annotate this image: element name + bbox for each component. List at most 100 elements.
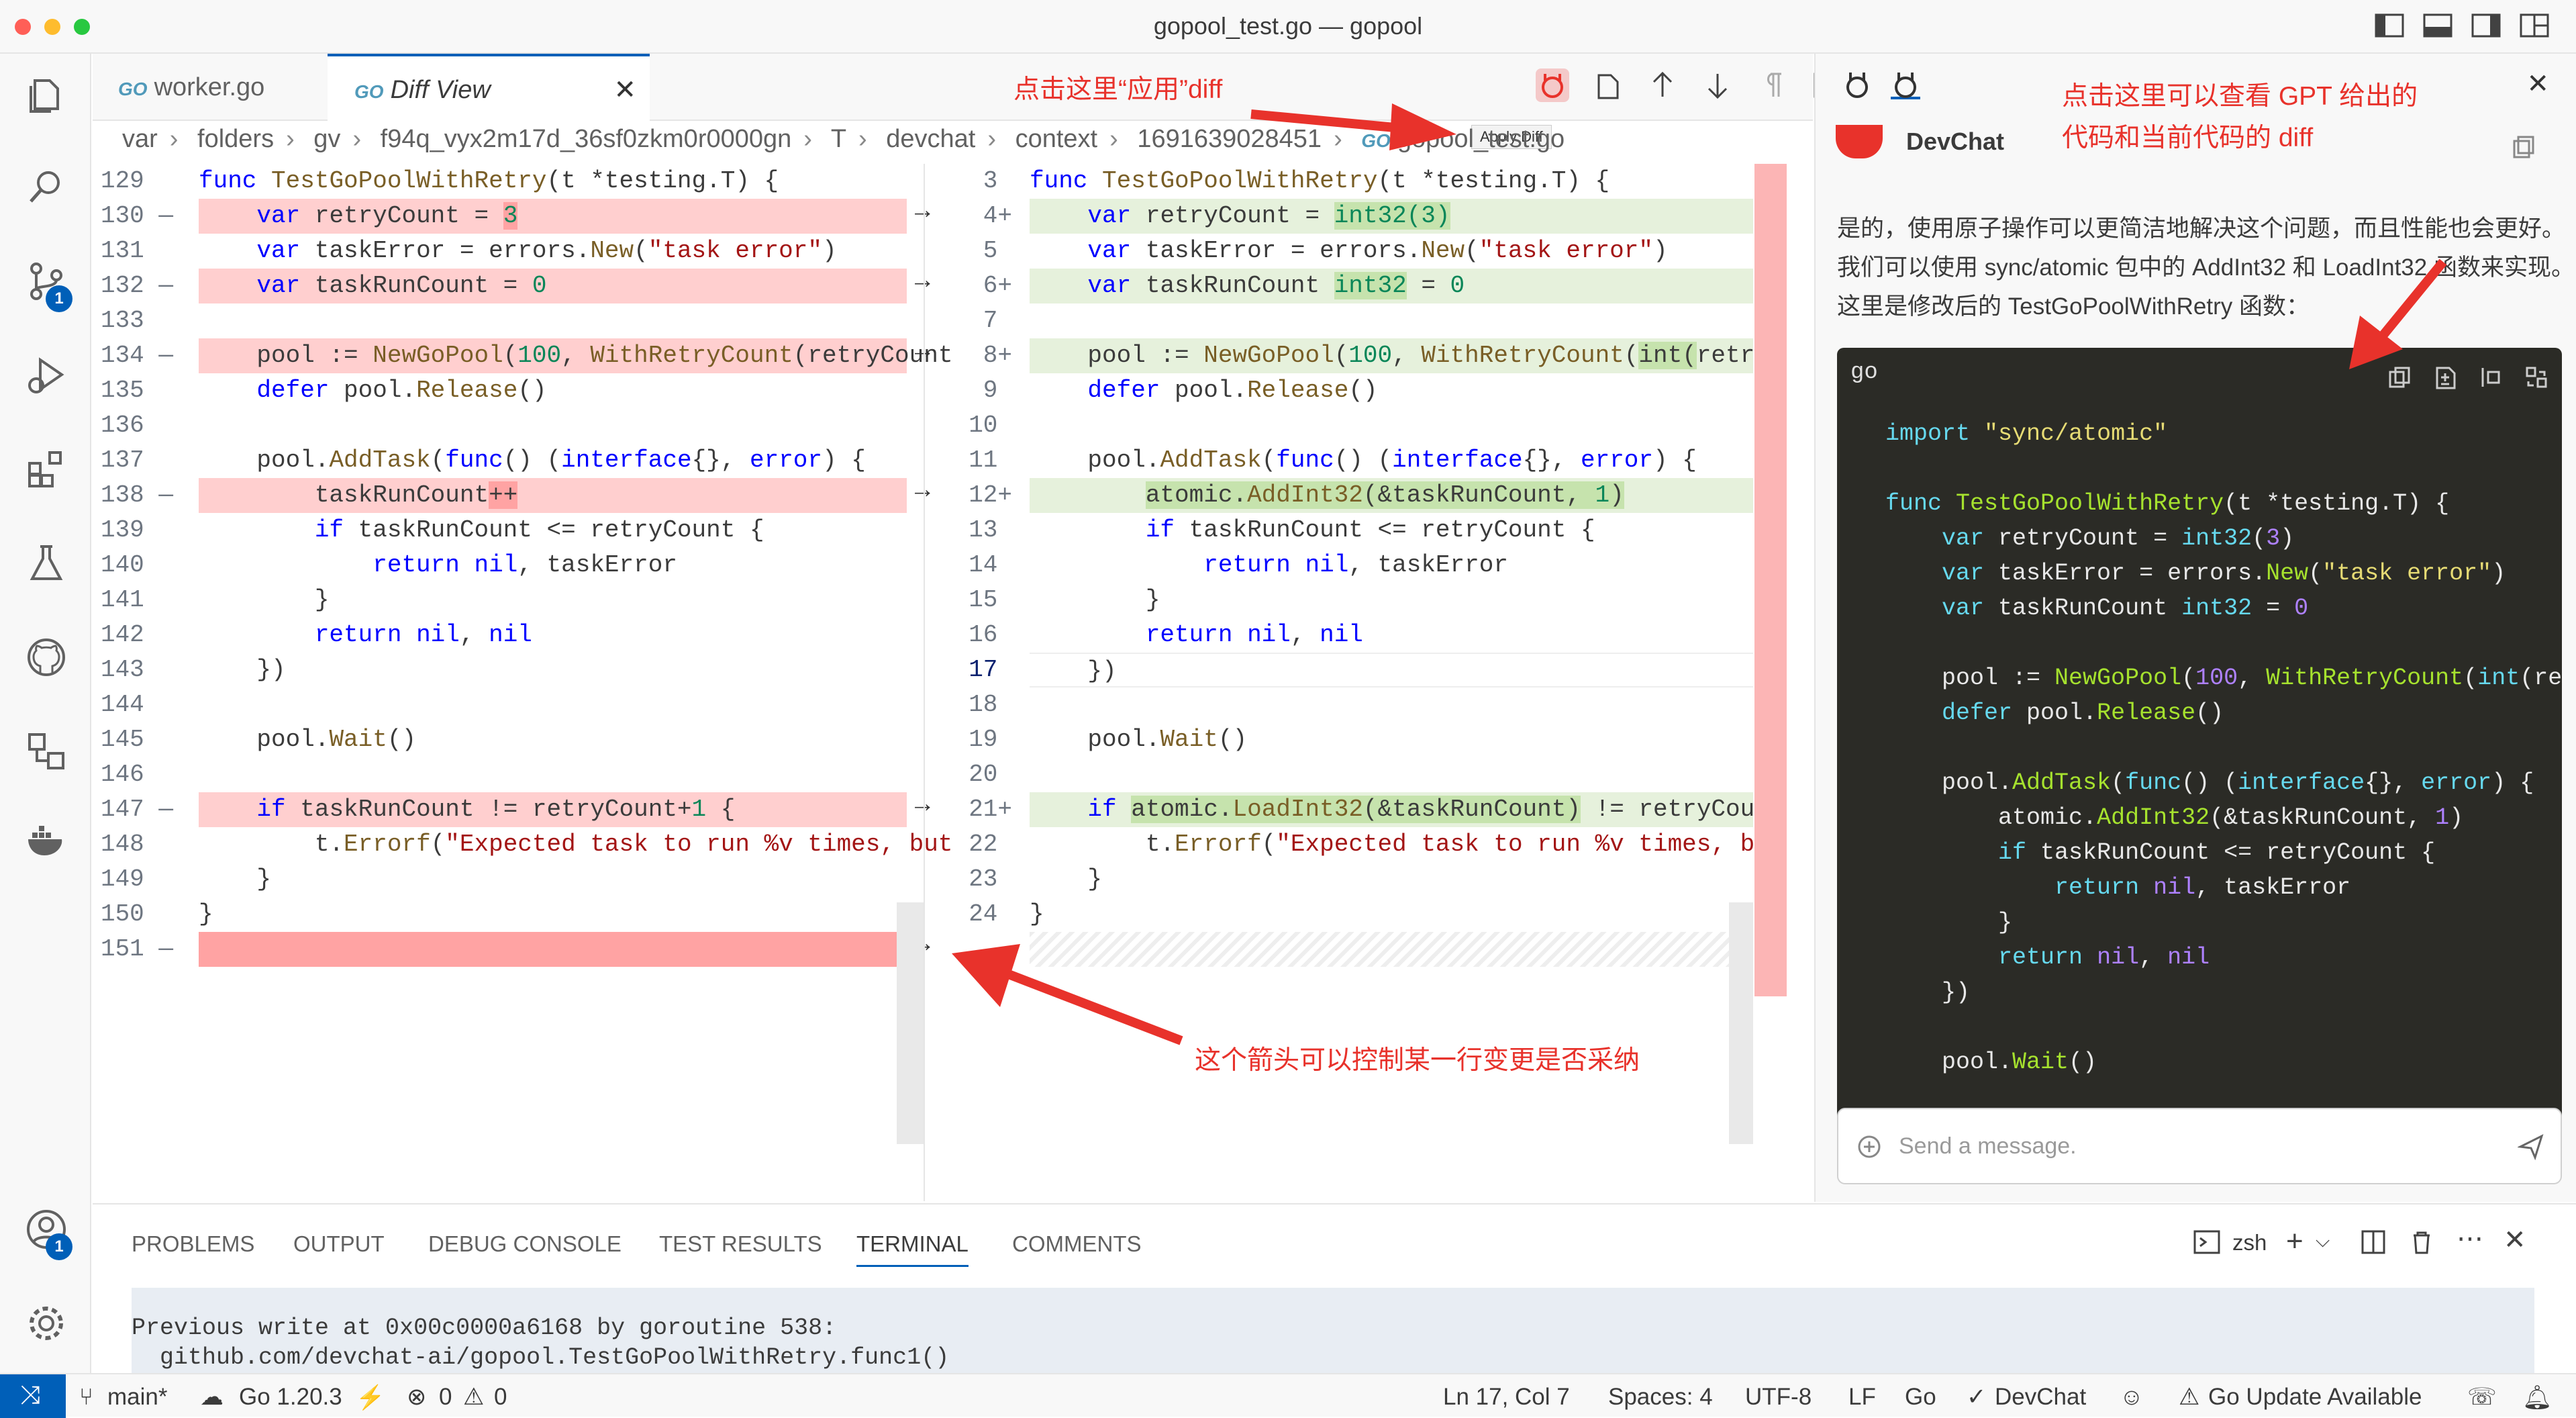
revert-change-arrow[interactable]: → <box>915 477 930 506</box>
toggle-primary-sidebar-icon[interactable] <box>2375 12 2404 39</box>
language-mode[interactable]: Go <box>1905 1384 1936 1411</box>
line-number: 130 — <box>100 202 173 230</box>
right-minimap-scroll[interactable] <box>1729 902 1753 1144</box>
devchat-tab-icon[interactable] <box>1891 70 1920 99</box>
terminal-more-icon[interactable]: ⋯ <box>2457 1223 2483 1254</box>
close-panel-icon[interactable]: ✕ <box>2526 68 2549 99</box>
show-whitespace-icon[interactable] <box>1756 68 1789 102</box>
annotation-arrow-apply <box>1250 103 1456 150</box>
search-icon[interactable] <box>26 167 67 208</box>
toggle-panel-icon[interactable] <box>2423 12 2453 39</box>
code-line: } <box>1030 865 1103 893</box>
close-tab-icon[interactable]: ✕ <box>613 56 636 124</box>
feedback-icon[interactable]: ☏ <box>2467 1384 2497 1411</box>
overview-ruler[interactable] <box>1754 164 1787 996</box>
message-input-box[interactable]: Send a message. <box>1837 1108 2562 1184</box>
customize-layout-icon[interactable] <box>2520 12 2549 39</box>
code-line: var taskError = errors.New("task error") <box>256 237 837 265</box>
activity-bar: 1 1 <box>0 54 91 1373</box>
testing-icon[interactable] <box>26 542 67 584</box>
devchat-panel: ✕ DevChat 是的，使用原子操作可以更简洁地解决这个问题，而且性能也会更好… <box>1814 54 2576 1202</box>
revert-change-arrow[interactable]: → <box>915 337 930 366</box>
go-file-icon: GO <box>118 79 148 99</box>
code-line: } <box>1030 900 1044 928</box>
copilot-icon[interactable]: ☺ <box>2120 1384 2144 1411</box>
code-line: var retryCount = int32(3) <box>1087 202 1450 230</box>
remote-indicator[interactable]: ⤨ <box>0 1374 66 1418</box>
left-minimap-scroll[interactable] <box>897 902 924 1144</box>
copy-message-icon[interactable] <box>2512 136 2536 160</box>
notifications-bell-icon[interactable]: 🔔︎ <box>2522 1384 2552 1411</box>
terminal-shell-name[interactable]: zsh <box>2232 1230 2267 1256</box>
devchat-title: DevChat <box>1906 128 2005 155</box>
indentation[interactable]: Spaces: 4 <box>1608 1384 1713 1411</box>
go-version[interactable]: Go 1.20.3 <box>239 1384 342 1411</box>
kill-terminal-icon[interactable] <box>2408 1229 2435 1256</box>
branch-name[interactable]: main* <box>107 1384 167 1411</box>
breadcrumb-item[interactable]: f94q_vyx2m17d_36sf0zkm0r0000gn <box>381 125 792 153</box>
apply-diff-icon[interactable] <box>1536 68 1569 102</box>
encoding[interactable]: UTF-8 <box>1745 1384 1812 1411</box>
replace-code-icon[interactable] <box>2524 365 2548 393</box>
settings-gear-icon[interactable] <box>26 1303 67 1344</box>
tab-test-results[interactable]: TEST RESULTS <box>659 1231 822 1257</box>
tab-problems[interactable]: PROBLEMS <box>132 1231 254 1257</box>
line-ending[interactable]: LF <box>1848 1384 1876 1411</box>
next-change-icon[interactable] <box>1701 68 1734 102</box>
split-terminal-icon[interactable] <box>2360 1229 2387 1256</box>
explorer-icon[interactable] <box>26 73 67 114</box>
message-input[interactable]: Send a message. <box>1899 1133 2077 1160</box>
breadcrumb-item[interactable]: var <box>122 125 158 153</box>
terminal-output[interactable]: Previous write at 0x00c0000a6168 by goro… <box>132 1288 2534 1378</box>
extensions-icon[interactable] <box>26 448 67 490</box>
devchat-logo-icon[interactable] <box>1842 70 1872 99</box>
line-number: 133 <box>100 307 173 334</box>
breadcrumb-item[interactable]: context <box>1015 125 1098 153</box>
devchat-status[interactable]: DevChat <box>1995 1384 2086 1411</box>
toggle-secondary-sidebar-icon[interactable] <box>2471 12 2501 39</box>
breadcrumb-item[interactable]: gv <box>313 125 340 153</box>
run-debug-icon[interactable] <box>26 354 67 396</box>
code-line: t.Errorf("Expected task to run %v times,… <box>199 831 953 858</box>
revert-change-arrow[interactable]: → <box>915 791 930 820</box>
insert-code-icon[interactable] <box>2479 365 2503 393</box>
code-line: defer pool.Release() <box>1087 377 1378 404</box>
add-context-icon[interactable] <box>1857 1135 1881 1159</box>
tab-comments[interactable]: COMMENTS <box>1012 1231 1142 1257</box>
warning-count[interactable]: 0 <box>494 1384 507 1411</box>
tab-output[interactable]: OUTPUT <box>293 1231 385 1257</box>
revert-change-arrow[interactable]: → <box>915 267 930 296</box>
new-terminal-icon[interactable]: + <box>2286 1225 2303 1258</box>
remote-explorer-icon[interactable] <box>26 730 67 772</box>
breadcrumb-item[interactable]: devchat <box>886 125 975 153</box>
breadcrumb-item[interactable]: folders <box>197 125 274 153</box>
line-number: 140 <box>100 551 173 579</box>
cursor-position[interactable]: Ln 17, Col 7 <box>1443 1384 1570 1411</box>
send-icon[interactable] <box>2516 1133 2544 1161</box>
github-icon[interactable] <box>26 636 67 678</box>
sync-icon[interactable]: ☁ <box>200 1384 224 1411</box>
diff-separator <box>924 164 925 1201</box>
tab-diff-view[interactable]: GO Diff View ✕ <box>328 54 650 121</box>
annotation-view-diff-line2: 代码和当前代码的 diff <box>2062 124 2314 152</box>
annotation-apply-diff: 点击这里“应用”diff <box>1013 75 1223 104</box>
line-number: 145 <box>100 726 173 753</box>
docker-icon[interactable] <box>26 819 67 861</box>
tab-terminal[interactable]: TERMINAL <box>856 1231 969 1267</box>
line-number: 134 — <box>100 342 173 369</box>
revert-change-arrow[interactable]: → <box>915 197 930 226</box>
tab-debug-console[interactable]: DEBUG CONSOLE <box>428 1231 622 1257</box>
terminal-line: Previous write at 0x00c0000a6168 by goro… <box>132 1315 837 1341</box>
previous-change-icon[interactable] <box>1646 68 1679 102</box>
window-title: gopool_test.go — gopool <box>1153 12 1423 40</box>
errors-icon: ⊗ <box>407 1384 427 1410</box>
code-line: var retryCount = 3 <box>256 202 518 230</box>
terminal-dropdown-icon[interactable]: ⌵ <box>2316 1230 2330 1252</box>
annotation-arrow-control: 这个箭头可以控制某一行变更是否采纳 <box>1195 1046 1640 1075</box>
open-file-icon[interactable] <box>1591 68 1624 102</box>
error-count[interactable]: 0 <box>439 1384 452 1411</box>
go-update-available[interactable]: Go Update Available <box>2208 1384 2422 1411</box>
close-panel-icon[interactable]: ✕ <box>2504 1225 2526 1256</box>
breadcrumb-item[interactable]: T <box>831 125 846 153</box>
update-warning-icon: ⚠ <box>2179 1384 2200 1410</box>
